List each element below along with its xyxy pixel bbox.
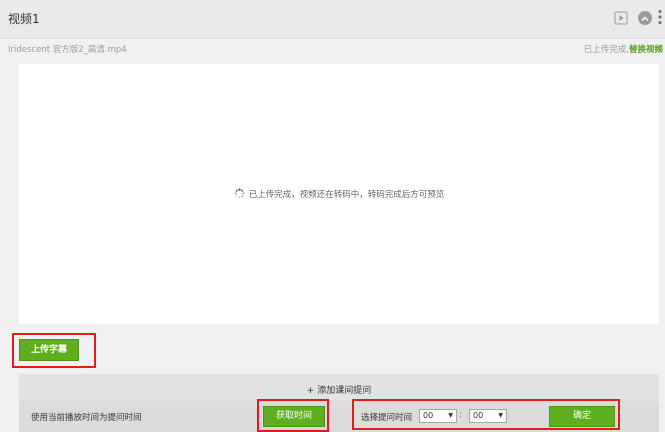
hour-select[interactable]: 00 ▼ <box>419 409 457 423</box>
transcoding-message: 已上传完成，视频还在转码中，转码完成后方可预览 <box>248 190 445 200</box>
upload-status-text: 已上传完成, <box>583 45 629 55</box>
video-panel-header: 视频1 <box>0 0 665 39</box>
loading-spinner-icon <box>234 188 245 199</box>
upload-subtitle-button[interactable]: 上传字幕 <box>19 339 79 361</box>
hour-value: 00 <box>423 411 434 420</box>
add-question-link[interactable]: + 添加课间提问 <box>19 383 659 396</box>
collapse-icon[interactable] <box>638 11 652 25</box>
file-name: Iridescent 官方版2_高清.mp4 <box>8 45 127 55</box>
time-separator: : <box>459 410 462 420</box>
get-time-button[interactable]: 获取时间 <box>263 406 325 427</box>
play-icon[interactable] <box>614 11 628 25</box>
confirm-button[interactable]: 确定 <box>549 406 615 427</box>
select-time-label: 选择提问时间 <box>361 413 413 423</box>
upload-status: 已上传完成,替换视频 <box>584 43 663 55</box>
question-time-row: 使用当前播放时间为提问时间 获取时间 选择提问时间 00 ▼ : 00 ▼ 确定 <box>19 401 659 432</box>
video-preview-area: 已上传完成，视频还在转码中，转码完成后方可预览 <box>19 64 659 324</box>
minute-select[interactable]: 00 ▼ <box>469 409 507 423</box>
transcoding-message-row: 已上传完成，视频还在转码中，转码完成后方可预览 <box>19 188 659 200</box>
dropdown-arrow-icon: ▼ <box>498 412 503 419</box>
use-current-time-label: 使用当前播放时间为提问时间 <box>31 413 142 423</box>
dropdown-arrow-icon: ▼ <box>448 412 453 419</box>
more-vertical-icon[interactable] <box>657 9 663 25</box>
question-panel: + 添加课间提问 使用当前播放时间为提问时间 获取时间 选择提问时间 00 ▼ … <box>19 374 659 432</box>
minute-value: 00 <box>473 411 484 420</box>
video-title: 视频1 <box>8 12 40 26</box>
replace-video-link[interactable]: 替换视频 <box>629 45 663 55</box>
